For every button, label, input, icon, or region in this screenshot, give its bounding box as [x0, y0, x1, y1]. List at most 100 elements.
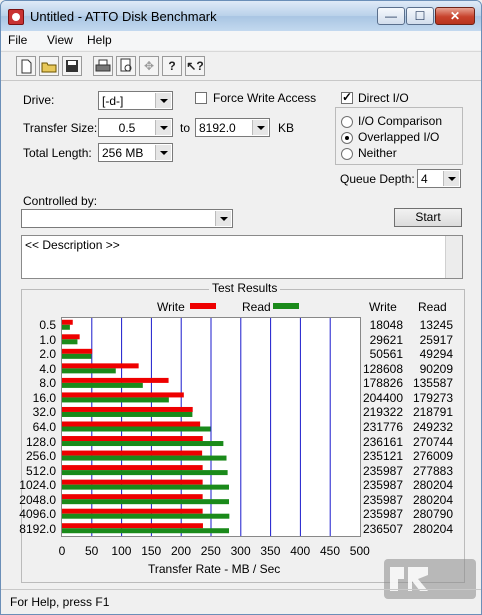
transfer-from-dropdown-arrow-icon[interactable] [155, 120, 171, 135]
x-tick-label: 200 [171, 544, 192, 558]
test-results-title: Test Results [209, 281, 281, 295]
transfer-to-dropdown-arrow-icon[interactable] [252, 120, 268, 135]
print-preview-icon[interactable] [116, 56, 136, 76]
toolbar: ✥ ? ↖? [1, 51, 481, 81]
force-write-checkbox[interactable] [195, 92, 207, 104]
overlapped-io-radio[interactable] [341, 132, 353, 144]
read-bar [62, 426, 211, 432]
write-value: 219322 [362, 405, 403, 420]
direct-io-checkbox[interactable] [341, 90, 353, 104]
read-value: 135587 [412, 376, 453, 391]
total-length-label: Total Length: [23, 146, 92, 160]
write-bar [62, 494, 203, 500]
controlled-by-dropdown-arrow-icon[interactable] [215, 211, 231, 226]
start-button[interactable]: Start [394, 208, 462, 227]
read-value: 249232 [412, 420, 453, 434]
write-value: 18048 [369, 318, 403, 333]
write-value: 235987 [362, 492, 403, 507]
neither-label: Neither [358, 146, 397, 160]
read-bar [62, 397, 169, 403]
help-icon[interactable]: ? [162, 56, 182, 76]
drive-dropdown-arrow-icon[interactable] [155, 93, 171, 108]
read-bar [62, 368, 116, 374]
transfer-from-value: 0.5 [118, 121, 136, 135]
maximize-button[interactable]: ☐ [406, 7, 434, 25]
menu-help[interactable]: Help [87, 33, 112, 47]
title-bar[interactable]: Untitled - ATTO Disk Benchmark — ☐ ✕ [1, 1, 481, 31]
legend-read-swatch [273, 303, 299, 309]
read-value: 90209 [419, 361, 453, 376]
write-value: 178826 [362, 376, 403, 391]
controlled-by-select[interactable] [21, 209, 233, 228]
write-bar [62, 436, 203, 442]
legend-write-label: Write [157, 300, 185, 314]
write-value: 236161 [362, 434, 403, 449]
read-value: 280790 [412, 507, 453, 522]
read-value: 280204 [412, 521, 453, 536]
write-value: 235987 [362, 478, 403, 493]
read-bar [62, 339, 78, 345]
y-tick-label: 128.0 [25, 434, 56, 449]
x-tick-label: 50 [85, 544, 99, 558]
read-value: 218791 [412, 405, 453, 420]
read-value: 270744 [412, 434, 453, 449]
write-column-header: Write [369, 300, 397, 314]
open-icon[interactable] [39, 56, 59, 76]
read-bar [62, 382, 143, 388]
total-length-select[interactable]: 256 MB [98, 143, 173, 162]
x-tick-label: 250 [200, 544, 221, 558]
y-tick-label: 1024.0 [19, 478, 56, 493]
drive-value: [-d-] [102, 94, 124, 108]
close-button[interactable]: ✕ [435, 7, 475, 25]
write-value: 29621 [369, 332, 403, 347]
write-bar [62, 348, 93, 354]
to-label: to [180, 121, 191, 135]
y-tick-label: 1.0 [39, 332, 56, 347]
menu-view[interactable]: View [47, 33, 73, 47]
read-bar [62, 353, 92, 359]
read-value: 280204 [412, 478, 453, 493]
total-length-value: 256 MB [102, 146, 144, 160]
read-bar [62, 484, 230, 490]
x-tick-label: 0 [58, 544, 66, 558]
atto-app-icon [8, 9, 24, 25]
read-bar [62, 513, 230, 519]
y-tick-label: 32.0 [32, 405, 56, 420]
context-help-icon[interactable]: ↖? [185, 56, 205, 76]
total-length-dropdown-arrow-icon[interactable] [155, 145, 171, 160]
write-value: 50561 [369, 347, 403, 362]
print-icon[interactable] [93, 56, 113, 76]
y-tick-label: 2048.0 [19, 492, 56, 507]
x-tick-label: 300 [230, 544, 251, 558]
x-axis-title: Transfer Rate - MB / Sec [148, 562, 281, 576]
bar-chart [62, 318, 331, 536]
description-scrollbar[interactable] [445, 236, 462, 278]
y-tick-label: 4096.0 [19, 507, 56, 522]
neither-radio[interactable] [341, 148, 353, 160]
queue-depth-dropdown-arrow-icon[interactable] [443, 171, 459, 186]
drive-select[interactable]: [-d-] [98, 91, 173, 110]
write-value: 236507 [362, 521, 403, 536]
io-comparison-radio[interactable] [341, 116, 353, 128]
force-write-label: Force Write Access [213, 91, 317, 105]
read-bar [62, 324, 70, 330]
chart-plot-area [61, 317, 361, 537]
y-tick-label: 512.0 [25, 463, 56, 478]
save-icon[interactable] [62, 56, 82, 76]
controlled-by-label: Controlled by: [23, 194, 98, 208]
write-bar [62, 523, 203, 529]
transfer-size-from-select[interactable]: 0.5 [98, 118, 173, 137]
description-box[interactable]: << Description >> [21, 235, 463, 279]
minimize-button[interactable]: — [377, 7, 405, 25]
move-icon[interactable]: ✥ [139, 56, 159, 76]
read-bar [62, 411, 193, 417]
new-icon[interactable] [16, 56, 36, 76]
write-bar [62, 421, 201, 427]
transfer-size-to-select[interactable]: 8192.0 [195, 118, 270, 137]
read-value: 179273 [412, 390, 453, 405]
menu-file[interactable]: File [8, 33, 27, 47]
read-bar [62, 455, 227, 461]
y-tick-label: 16.0 [32, 390, 56, 405]
io-comparison-label: I/O Comparison [358, 114, 443, 128]
queue-depth-select[interactable]: 4 [417, 169, 461, 188]
